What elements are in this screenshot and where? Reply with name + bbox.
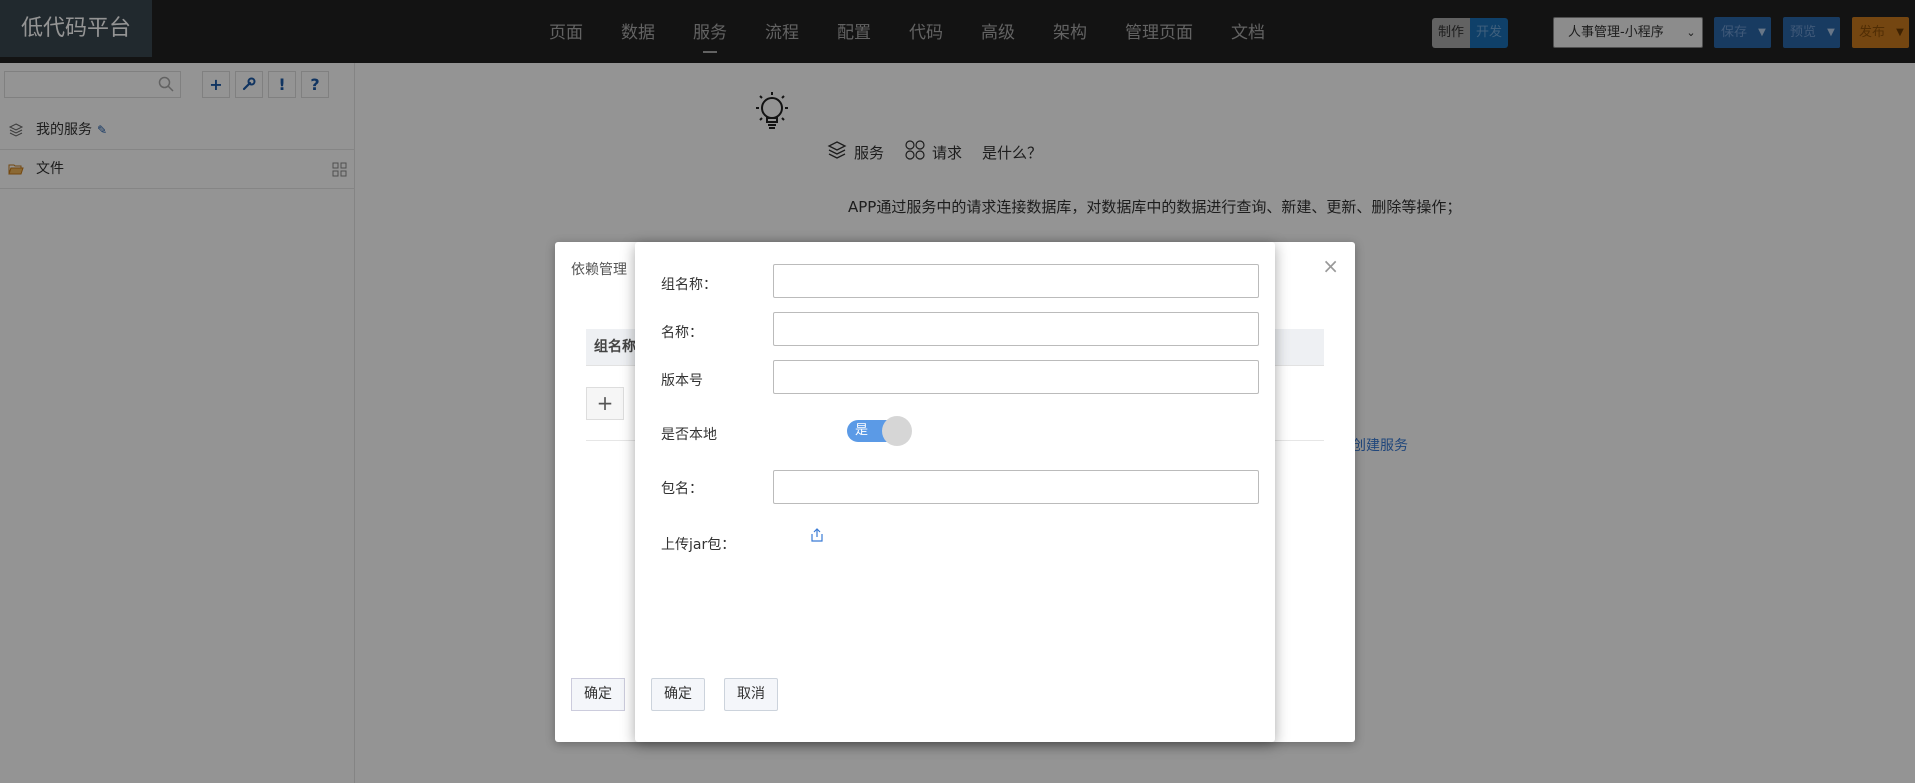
cancel-button[interactable]: 取消 xyxy=(724,678,778,711)
is-local-label: 是否本地 xyxy=(661,427,717,443)
add-dependency-button[interactable]: + xyxy=(586,387,624,420)
group-name-input[interactable] xyxy=(773,264,1259,298)
column-header: 组名称 xyxy=(594,339,636,355)
toggle-text: 是 xyxy=(855,423,869,438)
is-local-toggle[interactable]: 是 xyxy=(847,416,912,446)
package-name-input[interactable] xyxy=(773,470,1259,504)
add-dependency-form-dialog: 组名称： 名称： 版本号 是否本地 是 包名： 上传jar包： 确定 取消 xyxy=(635,242,1275,742)
dialog-title: 依赖管理 xyxy=(571,262,627,278)
upload-icon[interactable] xyxy=(809,527,825,543)
name-label: 名称： xyxy=(661,325,703,341)
upload-jar-label: 上传jar包： xyxy=(661,537,736,553)
group-name-label: 组名称： xyxy=(661,277,717,293)
package-name-label: 包名： xyxy=(661,481,703,497)
name-input[interactable] xyxy=(773,312,1259,346)
version-label: 版本号 xyxy=(661,373,703,389)
toggle-knob xyxy=(882,416,912,446)
version-input[interactable] xyxy=(773,360,1259,394)
dependency-ok-button[interactable]: 确定 xyxy=(571,678,625,711)
confirm-button[interactable]: 确定 xyxy=(651,678,705,711)
close-icon[interactable]: × xyxy=(1322,254,1339,278)
